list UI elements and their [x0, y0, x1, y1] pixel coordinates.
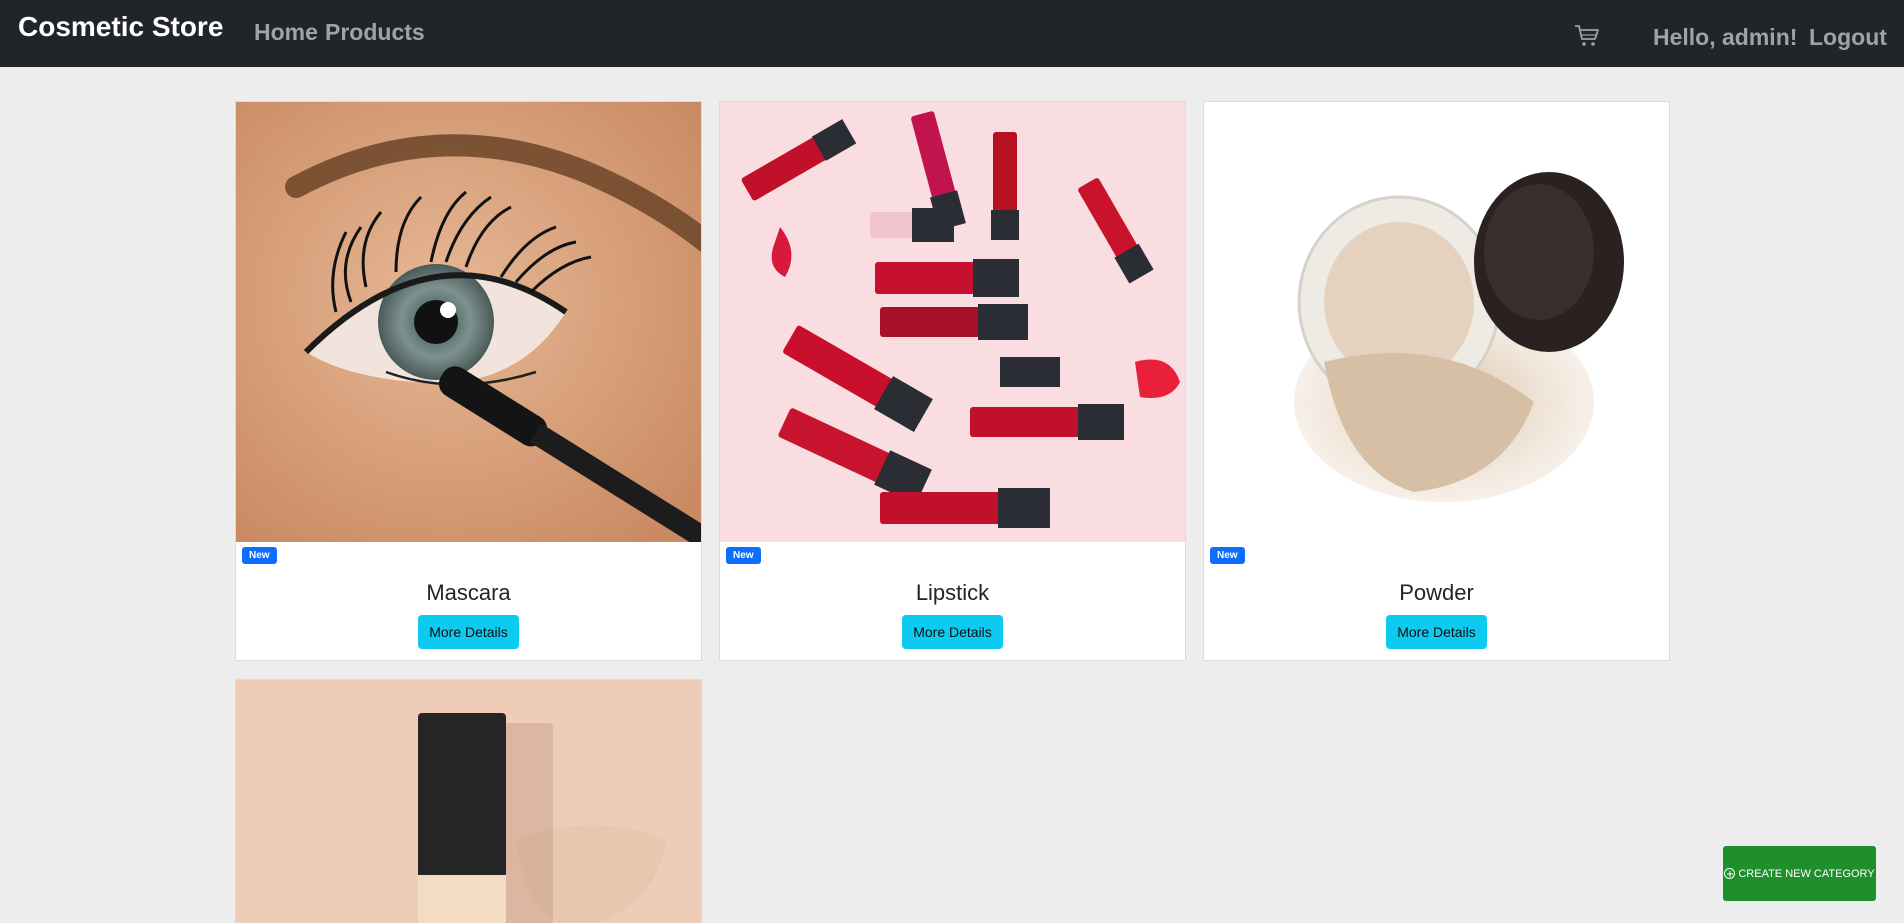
- user-greeting: Hello, admin!: [1653, 24, 1798, 50]
- new-badge: New: [1210, 547, 1245, 564]
- product-image-mascara: [236, 102, 701, 542]
- create-new-category-label: CREATE NEW CATEGORY: [1738, 867, 1875, 880]
- product-image-powder: [1204, 102, 1669, 542]
- more-details-button[interactable]: More Details: [902, 615, 1003, 649]
- navbar: Cosmetic Store Home Products Hello, admi…: [0, 0, 1904, 67]
- logout-link[interactable]: Logout: [1809, 24, 1887, 51]
- nav-home[interactable]: Home: [254, 19, 318, 46]
- shopping-cart-icon[interactable]: [1574, 24, 1600, 48]
- plus-circle-icon: [1724, 868, 1736, 879]
- nav-products[interactable]: Products: [325, 19, 425, 46]
- more-details-button[interactable]: More Details: [1386, 615, 1487, 649]
- product-title: Mascara: [426, 580, 511, 605]
- more-details-button[interactable]: More Details: [418, 615, 519, 649]
- new-badge: New: [242, 547, 277, 564]
- product-card-foundation: [235, 679, 702, 923]
- product-card-mascara: New Mascara More Details: [235, 101, 702, 661]
- product-image-foundation: [236, 680, 701, 923]
- product-title: Lipstick: [915, 580, 990, 605]
- brand-logo[interactable]: Cosmetic Store: [18, 11, 223, 43]
- product-image-lipstick: [720, 102, 1185, 542]
- create-new-category-button[interactable]: CREATE NEW CATEGORY: [1723, 846, 1876, 901]
- new-badge: New: [726, 547, 761, 564]
- product-title: Powder: [1399, 580, 1474, 605]
- product-card-lipstick: New Lipstick More Details: [719, 101, 1186, 661]
- product-card-powder: New Powder More Details: [1203, 101, 1670, 661]
